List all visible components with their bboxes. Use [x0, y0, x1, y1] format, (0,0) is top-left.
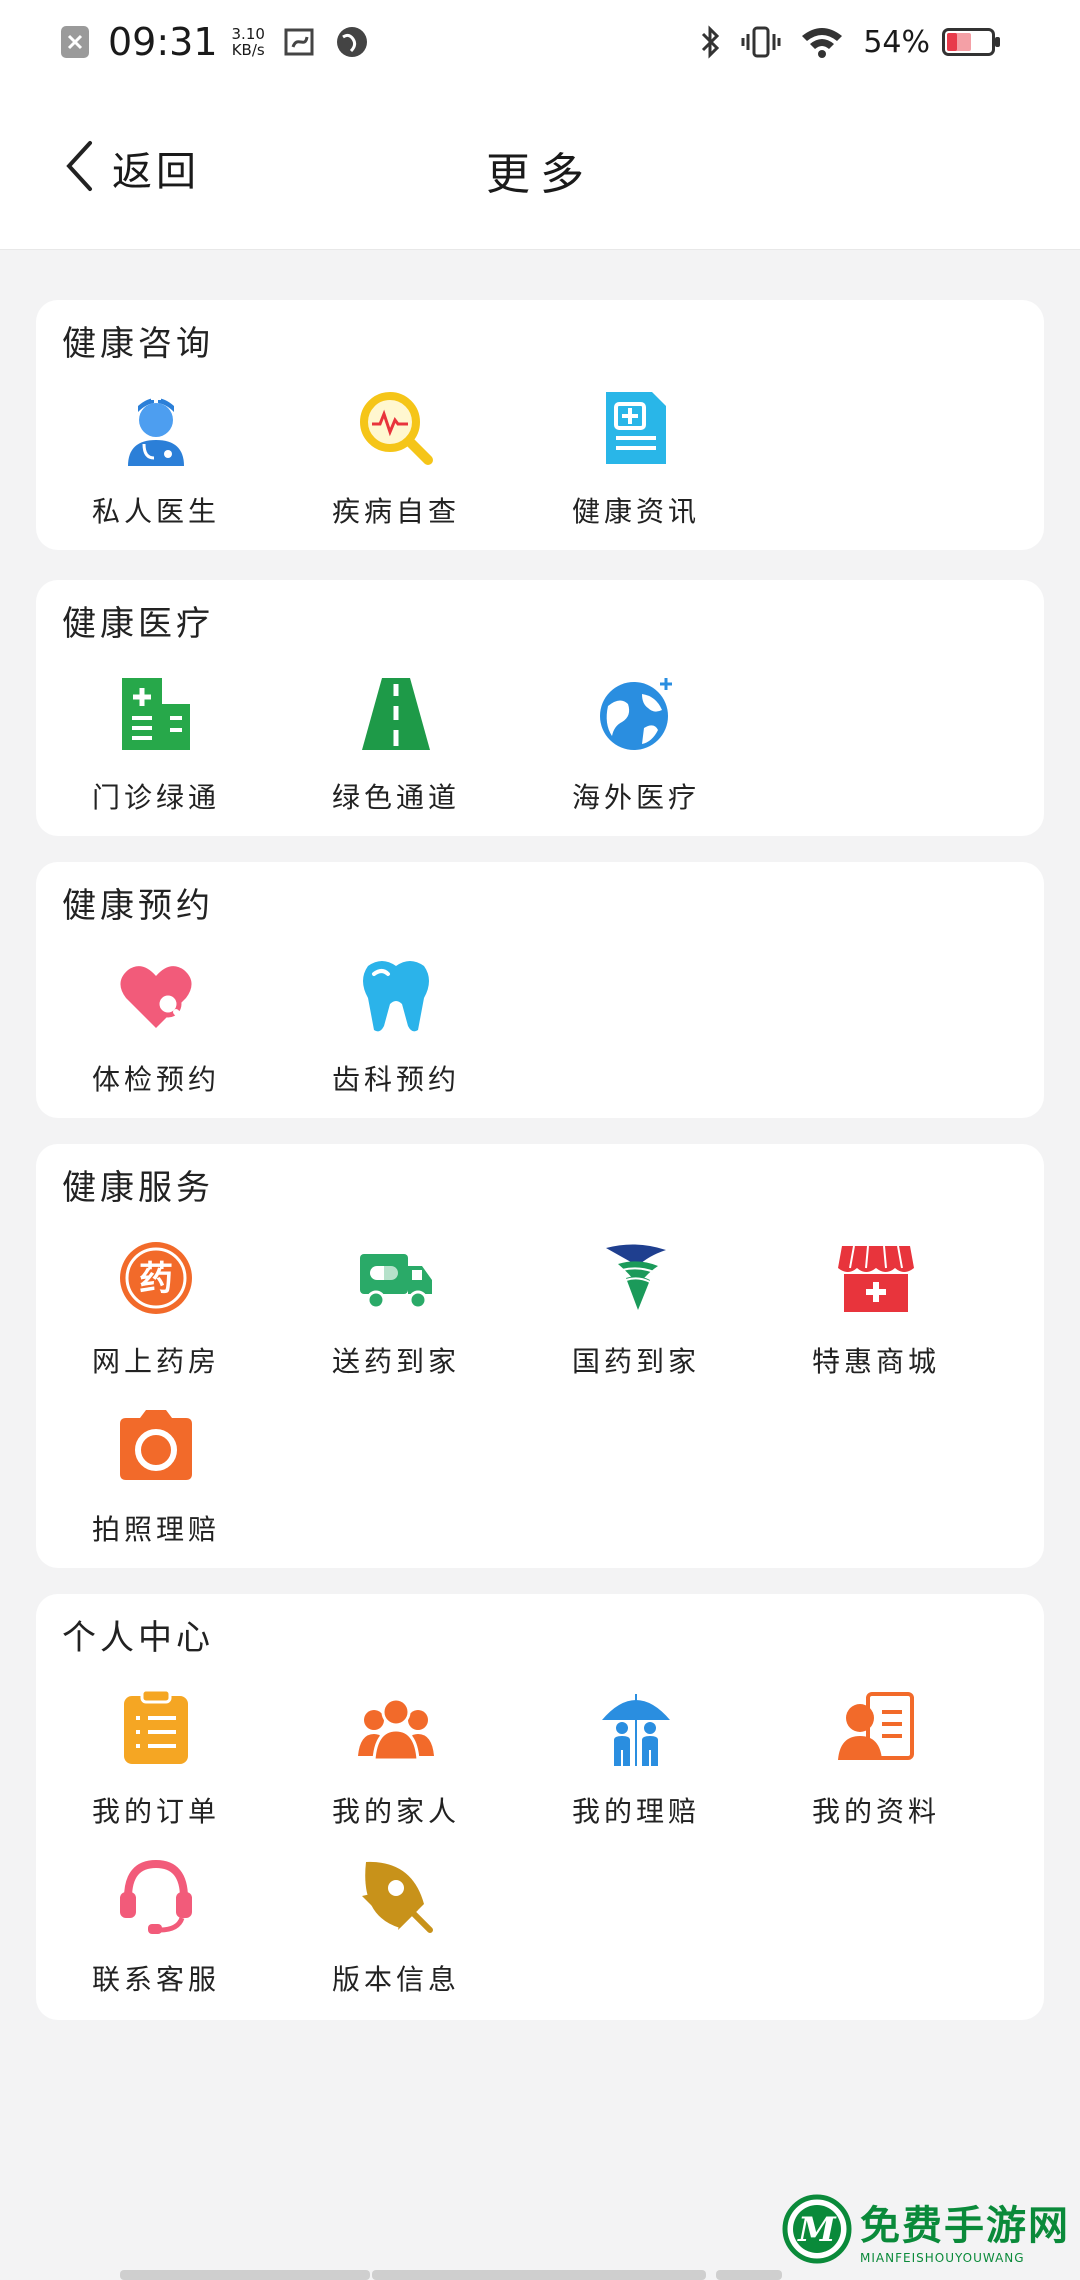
doctor-icon — [118, 390, 194, 466]
item-my-orders[interactable]: 我的订单 — [36, 1688, 276, 1850]
item-physical-exam-appointment[interactable]: 体检预约 — [36, 958, 276, 1118]
heart-search-icon — [118, 958, 194, 1034]
item-my-profile[interactable]: 我的资料 — [756, 1690, 996, 1850]
browser-globe-icon — [335, 25, 369, 59]
notification-close-icon — [60, 25, 90, 59]
hospital-icon — [118, 676, 194, 752]
item-label: 我的理赔 — [571, 1795, 700, 1828]
item-my-family[interactable]: 我的家人 — [276, 1690, 516, 1850]
section-health-service: 健康服务 药 网上药房 送药到家 国药到家 特惠商城 拍照理赔 — [36, 1144, 1044, 1568]
item-label: 网上药房 — [91, 1345, 220, 1378]
health-news-doc-icon — [598, 390, 674, 466]
delivery-truck-icon — [358, 1240, 434, 1316]
item-disease-self-check[interactable]: 疾病自查 — [276, 390, 516, 550]
item-my-claims[interactable]: 我的理赔 — [516, 1690, 756, 1850]
status-bar: 09:31 3.10 KB/s 54% — [0, 0, 1080, 84]
item-label: 齿科预约 — [331, 1063, 460, 1096]
watermark-subtitle: MIANFEISHOUYOUWANG — [860, 2251, 1025, 2265]
network-speed-unit: KB/s — [231, 41, 265, 59]
profile-card-icon — [838, 1690, 914, 1766]
section-title: 个人中心 — [62, 1618, 214, 1658]
item-health-news[interactable]: 健康资讯 — [516, 390, 756, 550]
item-label: 绿色通道 — [331, 781, 460, 814]
watermark-logo-icon: M — [782, 2194, 852, 2264]
item-version-info[interactable]: 版本信息 — [276, 1858, 516, 2018]
item-contact-support[interactable]: 联系客服 — [36, 1858, 276, 2018]
rocket-icon — [358, 1858, 434, 1934]
item-label: 体检预约 — [91, 1063, 220, 1096]
item-label: 版本信息 — [331, 1963, 460, 1996]
watermark-text: 免费手游网 MIANFEISHOUYOUWANG — [860, 2193, 1070, 2265]
item-overseas-medical[interactable]: 海外医疗 — [516, 676, 756, 836]
item-label: 拍照理赔 — [91, 1513, 220, 1546]
screenshot-icon — [283, 25, 317, 59]
section-health-medical: 健康医疗 门诊绿通 绿色通道 海外医疗 — [36, 580, 1044, 836]
network-speed: 3.10 KB/s — [232, 26, 265, 58]
section-title: 健康服务 — [62, 1168, 214, 1208]
status-left: 09:31 3.10 KB/s — [60, 20, 387, 64]
item-discount-mall[interactable]: 特惠商城 — [756, 1240, 996, 1400]
item-label: 特惠商城 — [811, 1345, 940, 1378]
bottom-bar-segment — [120, 2270, 370, 2280]
bluetooth-icon — [699, 24, 723, 60]
item-label: 国药到家 — [571, 1345, 700, 1378]
sinopharm-logo-icon — [598, 1240, 674, 1316]
pharmacy-icon: 药 — [118, 1240, 194, 1316]
item-label: 海外医疗 — [571, 781, 700, 814]
magnifier-heartbeat-icon — [358, 390, 434, 466]
section-title: 健康咨询 — [62, 324, 214, 364]
nav-bar: 返回 更多 — [0, 84, 1080, 250]
wifi-icon — [799, 24, 845, 60]
battery-icon — [942, 26, 1002, 58]
road-icon — [358, 676, 434, 752]
item-label: 送药到家 — [331, 1345, 460, 1378]
section-health-appointment: 健康预约 体检预约 齿科预约 — [36, 862, 1044, 1118]
clipboard-icon — [118, 1688, 194, 1766]
tooth-icon — [358, 958, 434, 1034]
umbrella-family-icon — [598, 1690, 674, 1766]
item-photo-claim[interactable]: 拍照理赔 — [36, 1408, 276, 1568]
site-watermark: M 免费手游网 MIANFEISHOUYOUWANG — [782, 2186, 1072, 2272]
vibrate-icon — [741, 24, 781, 60]
item-green-channel[interactable]: 绿色通道 — [276, 676, 516, 836]
camera-icon — [118, 1408, 194, 1484]
bottom-bar-segment — [716, 2270, 782, 2280]
status-time: 09:31 — [108, 20, 218, 64]
item-dental-appointment[interactable]: 齿科预约 — [276, 958, 516, 1118]
item-label: 门诊绿通 — [91, 781, 220, 814]
section-health-consult: 健康咨询 私人医生 疾病自查 健康资讯 — [36, 300, 1044, 550]
headset-icon — [118, 1858, 194, 1934]
status-right: 54% — [699, 24, 1020, 60]
item-outpatient-green-channel[interactable]: 门诊绿通 — [36, 676, 276, 836]
battery-percent: 54% — [863, 24, 930, 60]
item-private-doctor[interactable]: 私人医生 — [36, 390, 276, 550]
item-online-pharmacy[interactable]: 药 网上药房 — [36, 1240, 276, 1400]
item-label: 联系客服 — [91, 1963, 220, 1996]
watermark-title: 免费手游网 — [860, 2202, 1070, 2249]
bottom-bar-segment — [372, 2270, 706, 2280]
watermark-logo-letter: M — [797, 2210, 837, 2250]
item-label: 疾病自查 — [331, 495, 460, 528]
globe-icon — [598, 676, 674, 752]
item-label: 健康资讯 — [571, 495, 700, 528]
pharmacy-glyph: 药 — [139, 1259, 173, 1299]
section-title: 健康医疗 — [62, 604, 214, 644]
section-title: 健康预约 — [62, 886, 214, 926]
page-title: 更多 — [486, 149, 594, 200]
family-icon — [358, 1690, 434, 1766]
item-label: 我的家人 — [331, 1795, 460, 1828]
item-sinopharm-delivery[interactable]: 国药到家 — [516, 1240, 756, 1400]
shop-icon — [838, 1240, 914, 1316]
item-medicine-delivery[interactable]: 送药到家 — [276, 1240, 516, 1400]
section-personal-center: 个人中心 我的订单 我的家人 我的理赔 我的资料 联系客服 版本信息 — [36, 1594, 1044, 2020]
item-label: 我的订单 — [91, 1795, 220, 1828]
item-label: 我的资料 — [811, 1795, 940, 1828]
item-label: 私人医生 — [91, 495, 220, 528]
